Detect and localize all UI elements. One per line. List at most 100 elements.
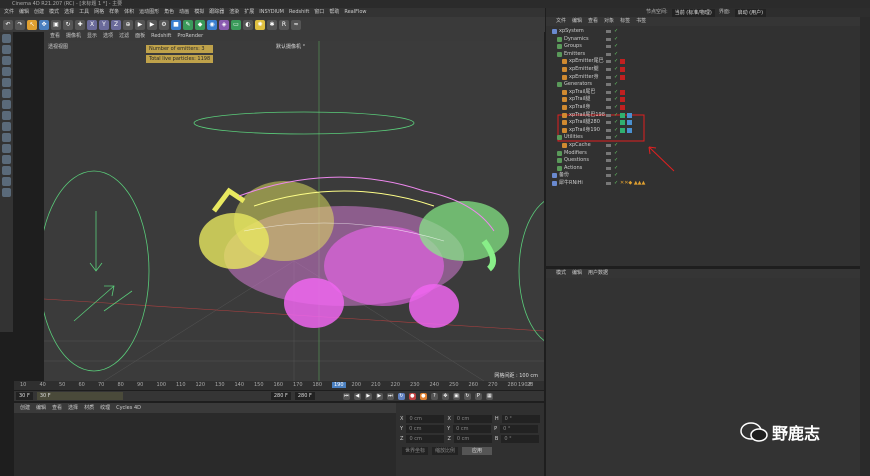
object-row[interactable]: xpTrail尾巴 ✓ bbox=[546, 89, 860, 96]
scale-key-icon[interactable]: ▣ bbox=[452, 392, 460, 400]
rotation-field[interactable]: 0 ° bbox=[501, 415, 540, 423]
coordinate-system-icon[interactable]: ⊕ bbox=[123, 19, 133, 30]
object-row[interactable]: xpTrail身 ✓ bbox=[546, 104, 860, 111]
visibility-dots[interactable] bbox=[606, 159, 611, 163]
make-editable-icon[interactable] bbox=[2, 34, 11, 43]
quantize-icon[interactable] bbox=[2, 144, 11, 153]
visibility-dots[interactable] bbox=[606, 128, 611, 132]
menu-item-8[interactable]: 体积 bbox=[124, 8, 134, 17]
loop-icon[interactable]: ↻ bbox=[397, 392, 405, 400]
material-manager[interactable] bbox=[14, 413, 396, 476]
visibility-dots[interactable] bbox=[606, 90, 611, 94]
viewport-menu-item-0[interactable]: 查看 bbox=[50, 32, 60, 41]
enable-check-icon[interactable]: ✓ bbox=[614, 104, 618, 111]
enable-check-icon[interactable]: ✓ bbox=[614, 127, 618, 134]
object-row[interactable]: xpTrail腿280 ✓ bbox=[546, 119, 860, 126]
render-settings-icon[interactable]: ⚙ bbox=[159, 19, 169, 30]
enable-check-icon[interactable]: ✓ bbox=[614, 51, 618, 58]
enable-check-icon[interactable]: ✓ bbox=[614, 96, 618, 103]
menu-item-13[interactable]: 跟踪器 bbox=[209, 8, 224, 17]
visibility-dots[interactable] bbox=[606, 83, 611, 87]
menu-item-9[interactable]: 运动图形 bbox=[139, 8, 159, 17]
size-field[interactable]: 0 cm bbox=[453, 425, 492, 433]
camera-icon[interactable]: ◐ bbox=[243, 19, 253, 30]
visibility-dots[interactable] bbox=[606, 75, 611, 79]
texture-mode-icon[interactable] bbox=[2, 56, 11, 65]
paint-icon[interactable] bbox=[2, 166, 11, 175]
tag-icon-2[interactable] bbox=[627, 127, 632, 133]
attr-menu-item-1[interactable]: 编辑 bbox=[572, 269, 582, 278]
object-row[interactable]: xpEmitter腿 ✓ bbox=[546, 66, 860, 73]
axis-mode-icon[interactable] bbox=[2, 122, 11, 131]
object-row[interactable]: xpEmitter身 ✓ bbox=[546, 74, 860, 81]
material-menu-item-2[interactable]: 查看 bbox=[52, 403, 62, 413]
goto-start-icon[interactable]: ⏮ bbox=[342, 392, 350, 400]
enable-check-icon[interactable]: ✓ bbox=[614, 89, 618, 96]
visibility-dots[interactable] bbox=[606, 166, 611, 170]
solo-icon[interactable] bbox=[2, 155, 11, 164]
autokey-icon[interactable]: ● bbox=[419, 392, 427, 400]
spline-pen-icon[interactable]: ✎ bbox=[183, 19, 193, 30]
menu-item-16[interactable]: INSYDIUM bbox=[259, 8, 284, 17]
goto-end-icon[interactable]: ⏭ bbox=[386, 392, 394, 400]
enable-check-icon[interactable]: ✓ bbox=[614, 157, 618, 164]
enable-check-icon[interactable]: ✓ bbox=[614, 142, 618, 149]
object-row[interactable]: Dynamics ✓ bbox=[546, 36, 860, 43]
menu-item-14[interactable]: 渲染 bbox=[229, 8, 239, 17]
viewport-menu-item-1[interactable]: 摄像机 bbox=[66, 32, 81, 41]
live-select-icon[interactable]: ↖ bbox=[27, 19, 37, 30]
tag-icon[interactable] bbox=[620, 89, 625, 95]
light-icon[interactable]: ✺ bbox=[255, 19, 265, 30]
realflow-icon[interactable]: ≈ bbox=[291, 19, 301, 30]
enable-check-icon[interactable]: ✓ bbox=[614, 180, 618, 187]
enable-check-icon[interactable]: ✓ bbox=[614, 134, 618, 141]
enable-check-icon[interactable]: ✓ bbox=[614, 172, 618, 179]
keyframe-icon[interactable]: ? bbox=[430, 392, 438, 400]
render-picture-icon[interactable]: ▶ bbox=[147, 19, 157, 30]
enable-check-icon[interactable]: ✓ bbox=[614, 165, 618, 172]
max-frame-field-2[interactable]: 280 F bbox=[294, 392, 315, 400]
om-menu-item-4[interactable]: 标签 bbox=[620, 17, 630, 26]
menu-item-15[interactable]: 扩展 bbox=[244, 8, 254, 17]
object-row[interactable]: xpSystem ✓ bbox=[546, 28, 860, 35]
om-menu-item-5[interactable]: 书签 bbox=[636, 17, 646, 26]
object-row[interactable]: Actions ✓ bbox=[546, 165, 860, 172]
uv-mode-icon[interactable] bbox=[2, 111, 11, 120]
menu-item-0[interactable]: 文件 bbox=[4, 8, 14, 17]
object-row[interactable]: Utilities ✓ bbox=[546, 134, 860, 141]
object-row[interactable]: xpTrail身190 ✓ bbox=[546, 127, 860, 134]
y-axis-button[interactable]: Y bbox=[99, 19, 109, 30]
record-icon[interactable]: ● bbox=[408, 392, 416, 400]
viewport-menu-item-5[interactable]: 面板 bbox=[135, 32, 145, 41]
recent-tools-icon[interactable]: ✚ bbox=[75, 19, 85, 30]
material-menu-item-3[interactable]: 选择 bbox=[68, 403, 78, 413]
enable-check-icon[interactable]: ✓ bbox=[614, 43, 618, 50]
menu-item-18[interactable]: 窗口 bbox=[314, 8, 324, 17]
enable-check-icon[interactable]: ✓ bbox=[614, 58, 618, 65]
enable-check-icon[interactable]: ✓ bbox=[614, 150, 618, 157]
visibility-dots[interactable] bbox=[606, 121, 611, 125]
interface-select[interactable]: 启动 (用户) bbox=[734, 8, 767, 17]
material-menu-item-6[interactable]: Cycles 4D bbox=[116, 403, 141, 413]
array-icon[interactable]: ◉ bbox=[207, 19, 217, 30]
redo-icon[interactable]: ↷ bbox=[15, 19, 25, 30]
position-field[interactable]: 0 cm bbox=[406, 425, 445, 433]
model-mode-icon[interactable] bbox=[2, 45, 11, 54]
current-frame-field[interactable]: 30 F bbox=[36, 392, 123, 400]
polygons-mode-icon[interactable] bbox=[2, 100, 11, 109]
play-icon[interactable]: ▶ bbox=[364, 392, 372, 400]
menu-item-7[interactable]: 样条 bbox=[109, 8, 119, 17]
menu-item-19[interactable]: 帮助 bbox=[329, 8, 339, 17]
om-menu-item-3[interactable]: 对象 bbox=[604, 17, 614, 26]
tag-icon[interactable] bbox=[620, 59, 625, 65]
rotate-icon[interactable]: ↻ bbox=[63, 19, 73, 30]
viewport-menu-item-6[interactable]: Redshift bbox=[151, 32, 171, 41]
scale-icon[interactable]: ▣ bbox=[51, 19, 61, 30]
tag-icon-2[interactable] bbox=[627, 120, 632, 126]
floor-icon[interactable]: ▭ bbox=[231, 19, 241, 30]
object-row[interactable]: Questions ✓ bbox=[546, 157, 860, 164]
menu-item-5[interactable]: 工具 bbox=[79, 8, 89, 17]
world-mode-select[interactable]: 世界坐标 bbox=[402, 447, 429, 455]
timeline-ruler[interactable]: 10 40 50 60 70 80 90 100 110 120 130 140 150 160 170 18… bbox=[14, 381, 544, 390]
visibility-dots[interactable] bbox=[606, 37, 611, 41]
